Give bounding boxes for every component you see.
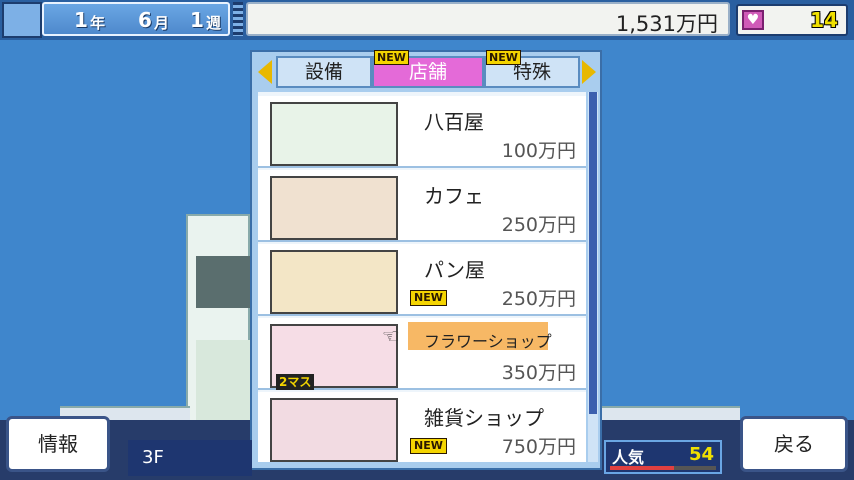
category-tabs: 設備 NEW 店舗 NEW 特殊 xyxy=(256,50,598,88)
heart-count: 14 xyxy=(810,8,838,32)
shop-thumbnail xyxy=(270,398,398,462)
new-badge: NEW xyxy=(374,50,409,65)
money-display: 1,531万円 xyxy=(246,2,730,36)
shop-price: 750万円 xyxy=(501,436,576,458)
shop-price: 350万円 xyxy=(501,362,576,384)
calendar-icon[interactable] xyxy=(2,2,42,38)
shop-thumbnail: 2マス xyxy=(270,324,398,390)
list-item-selected[interactable]: 2マス ☜ フラワーショップ 350万円 xyxy=(258,318,586,390)
shop-thumbnail xyxy=(270,102,398,166)
year-unit: 年 xyxy=(90,14,106,32)
tab-label: 設備 xyxy=(304,61,343,83)
month-value: 6 xyxy=(138,8,152,32)
popularity-display: 人気 54 xyxy=(604,440,722,474)
date-display: 1 年 6 月 1 週 xyxy=(42,2,230,36)
tab-label: 店舗 xyxy=(408,61,447,83)
shop-name: フラワーショップ xyxy=(424,332,552,351)
arrow-right-icon[interactable] xyxy=(582,60,596,84)
scrollbar-thumb[interactable] xyxy=(589,92,597,414)
popularity-label: 人気 xyxy=(612,448,645,467)
week-unit: 週 xyxy=(206,14,222,32)
shop-list: 八百屋 100万円 カフェ 250万円 パン屋 NEW 250万円 2マス ☜ … xyxy=(258,92,586,462)
size-badge: 2マス xyxy=(276,374,315,390)
popularity-value: 54 xyxy=(688,444,714,465)
building-window xyxy=(196,256,250,308)
back-button-label: 戻る xyxy=(774,432,814,456)
shop-name: 雑貨ショップ xyxy=(424,406,544,430)
info-button-label: 情報 xyxy=(38,432,78,456)
new-badge: NEW xyxy=(410,290,447,306)
shop-price: 250万円 xyxy=(501,214,576,236)
arrow-left-icon[interactable] xyxy=(258,60,272,84)
tab-facilities[interactable]: 設備 xyxy=(276,56,372,88)
floor-label: 3F xyxy=(142,447,164,468)
list-item[interactable]: 八百屋 100万円 xyxy=(258,96,586,168)
week-value: 1 xyxy=(190,8,204,32)
list-item[interactable]: パン屋 NEW 250万円 xyxy=(258,244,586,316)
building-shop xyxy=(196,340,250,420)
heart-icon: ♥ xyxy=(742,10,764,30)
shop-price: 250万円 xyxy=(501,288,576,310)
money-value: 1,531万円 xyxy=(615,12,718,36)
back-button[interactable]: 戻る xyxy=(740,416,848,472)
tab-special[interactable]: NEW 特殊 xyxy=(484,50,580,88)
shop-thumbnail xyxy=(270,250,398,314)
shop-price: 100万円 xyxy=(501,140,576,162)
new-badge: NEW xyxy=(410,438,447,454)
shop-name: カフェ xyxy=(424,184,484,208)
new-badge: NEW xyxy=(486,50,521,65)
gripper-icon xyxy=(233,2,243,36)
list-item[interactable]: カフェ 250万円 xyxy=(258,170,586,242)
tab-shops[interactable]: NEW 店舗 xyxy=(372,50,484,88)
info-button[interactable]: 情報 xyxy=(6,416,110,472)
list-item[interactable]: 雑貨ショップ NEW 750万円 xyxy=(258,392,586,462)
heart-display: ♥ 14 xyxy=(736,4,848,36)
pointer-hand-icon: ☜ xyxy=(382,324,400,348)
popularity-bar-fill xyxy=(610,466,674,470)
month-unit: 月 xyxy=(154,14,170,32)
floor-indicator: 3F xyxy=(128,440,252,476)
shop-thumbnail xyxy=(270,176,398,240)
year-value: 1 xyxy=(74,8,88,32)
shop-name: パン屋 xyxy=(424,258,485,282)
shop-name: 八百屋 xyxy=(424,110,484,134)
